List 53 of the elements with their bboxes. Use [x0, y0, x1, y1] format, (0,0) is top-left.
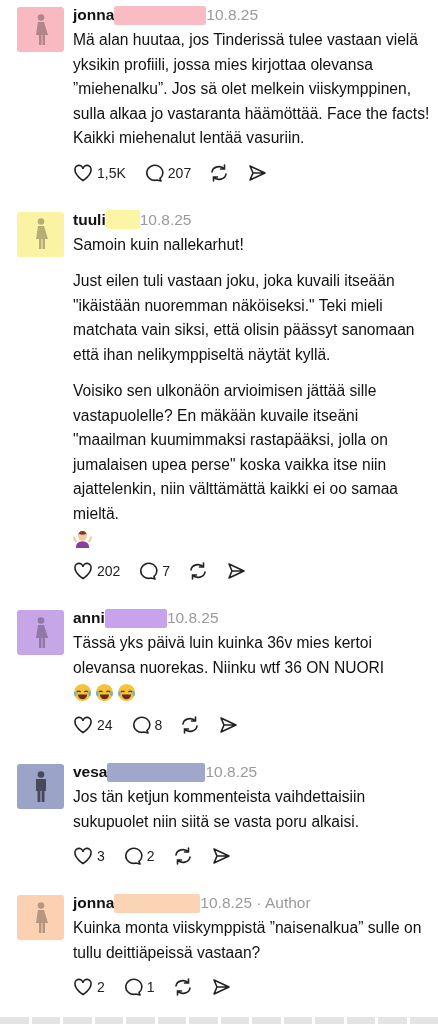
- comment-text: Samoin kuin nallekarhut!: [73, 234, 245, 255]
- send-icon[interactable]: [247, 162, 268, 183]
- repost-icon[interactable]: [209, 162, 230, 183]
- comment-text: Jos tän ketjun kommenteista vaihdettaisiin sukupuolet niin siitä se vasta poru alkaisi.: [73, 787, 367, 832]
- send-icon[interactable]: [210, 977, 231, 997]
- comment-date: 10.8.25: [205, 763, 258, 781]
- username[interactable]: anni: [73, 609, 105, 627]
- repost-icon[interactable]: [172, 977, 193, 997]
- heart-icon[interactable]: [73, 561, 93, 581]
- like-count: 3: [97, 848, 105, 864]
- heart-icon[interactable]: [73, 162, 93, 183]
- comment-icon[interactable]: [130, 715, 151, 735]
- username[interactable]: vesa: [73, 763, 108, 781]
- comment-text: Just eilen tuli vastaan joku, joka kuvaili itseään "ikäistään nuoremman näköiseksi." Teki mieli matchata vain siksi, että olisin päässyt sanomaan että ihan nelikymppiseltä näytät kyllä.: [73, 271, 416, 365]
- repost-icon[interactable]: [172, 846, 193, 866]
- send-icon[interactable]: [218, 715, 239, 735]
- like-count: 1,5K: [97, 164, 126, 181]
- comment-text: Tässä yks päivä luin kuinka 36v mies kertoi olevansa nuorekas. Niinku wtf 36 ON NUORI: [73, 633, 386, 678]
- like-count: 2: [97, 979, 105, 995]
- comment-icon[interactable]: [143, 162, 164, 183]
- username[interactable]: jonna: [73, 6, 115, 24]
- reply-count: 8: [154, 717, 163, 733]
- comment-icon[interactable]: [122, 846, 143, 866]
- send-icon[interactable]: [210, 846, 231, 866]
- male-figure-icon: [34, 770, 47, 803]
- avatar[interactable]: [17, 764, 64, 809]
- like-count: 202: [97, 563, 121, 579]
- heart-icon[interactable]: [73, 715, 93, 735]
- comment-icon[interactable]: [122, 977, 143, 997]
- comment-text: Kuinka monta viiskymppistä ”naisenalkua” sulle on tullu deittiäpeissä vastaan?: [73, 918, 423, 963]
- username[interactable]: tuuli: [73, 210, 106, 229]
- repost-icon[interactable]: [188, 561, 209, 581]
- comment-date: 10.8.25: [206, 6, 259, 24]
- comment-date: 10.8.25: [139, 210, 192, 229]
- comment-icon[interactable]: [138, 561, 159, 581]
- like-count: 24: [97, 717, 113, 733]
- reply-count: 7: [162, 563, 171, 579]
- heart-icon[interactable]: [73, 846, 93, 866]
- reply-count: 1: [146, 979, 155, 995]
- female-figure-icon: [33, 218, 48, 250]
- comment-text: Mä alan huutaa, jos Tinderissä tulee vastaan vielä yksikin profiili, jossa mies kirjottaa olevansa ”miehenalku”. Jos sä olet melkein viiskymppinen, sulla alkaa jo vastaranta häämöttää. Face the facts! Kaikki miehenalut lentää vasuriin.: [73, 30, 430, 148]
- repost-icon[interactable]: [180, 715, 201, 735]
- female-figure-icon: [33, 13, 48, 46]
- comment-date: 10.8.25 · Author: [200, 894, 311, 912]
- comment-date: 10.8.25: [166, 609, 219, 627]
- heart-icon[interactable]: [73, 977, 93, 997]
- reply-count: 2: [146, 848, 155, 864]
- reply-count: 207: [167, 164, 192, 181]
- send-icon[interactable]: [226, 561, 247, 581]
- female-figure-icon: [33, 901, 48, 934]
- female-figure-icon: [33, 616, 48, 649]
- username[interactable]: jonna: [73, 894, 115, 912]
- comment-text: Voisiko sen ulkonäön arvioimisen jättää sille vastapuolelle? En mäkään kuvaile itseäni "maailman kuumimmaksi rastapääksi, jolla on jumalaisen upea perse" koska vaikka itse niin ajattelenkin, niin välttämättä kaikki ei oo samaa mieltä.: [73, 381, 400, 524]
